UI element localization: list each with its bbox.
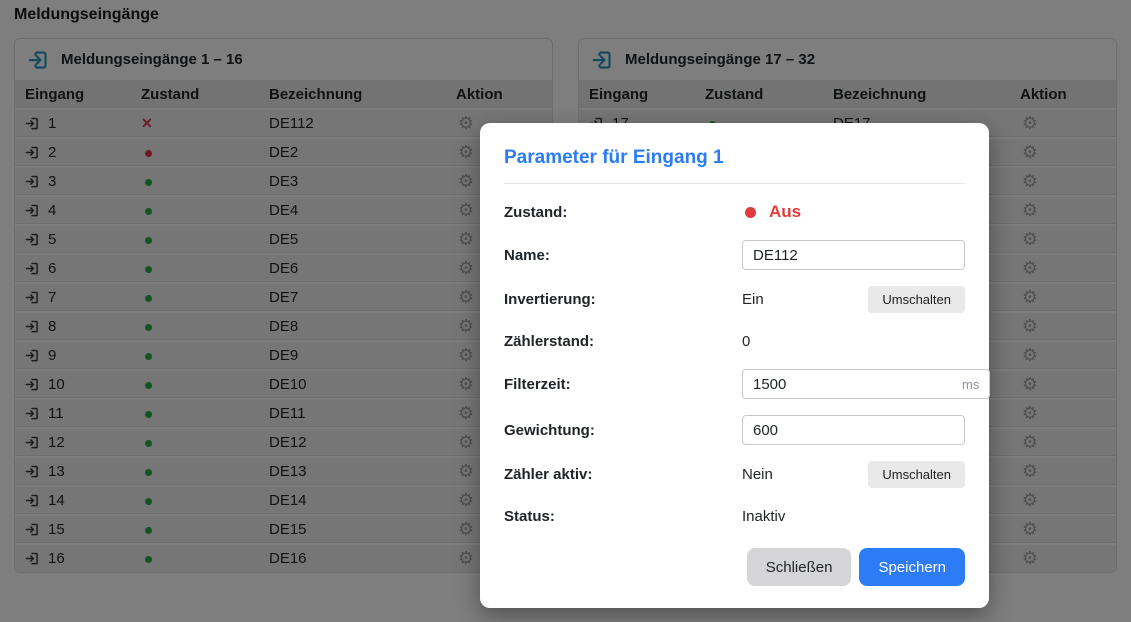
field-value-text: Inaktiv (742, 508, 785, 525)
field-label: Invertierung: (504, 291, 742, 308)
field-label: Zählerstand: (504, 333, 742, 350)
field-label: Gewichtung: (504, 422, 742, 439)
field-value (742, 240, 965, 270)
invertierung-toggle-button[interactable]: Umschalten (868, 286, 965, 313)
modal-divider (504, 183, 965, 184)
name-input[interactable] (742, 240, 965, 270)
zhler-aktiv-toggle-button[interactable]: Umschalten (868, 461, 965, 488)
field-gewichtung: Gewichtung: (504, 415, 965, 445)
field-label: Status: (504, 508, 742, 525)
field-name: Name: (504, 240, 965, 270)
field-status: Status:Inaktiv (504, 504, 965, 528)
modal-fields: Zustand: Aus Name: Invertierung:Ein Umschalt… (504, 200, 965, 528)
field-value-text: Nein (742, 466, 773, 483)
filterzeit-input-group: ms (742, 369, 990, 399)
field-value: ms (742, 369, 990, 399)
modal-footer: Schließen Speichern (504, 548, 965, 586)
field-value-text: 0 (742, 333, 750, 350)
page: Meldungseingänge Meldungseingänge 1 – 16… (0, 0, 1131, 622)
state-text: Aus (769, 202, 801, 222)
field-value: Inaktiv (742, 508, 965, 525)
field-label: Zähler aktiv: (504, 466, 742, 483)
field-value-text: Ein (742, 291, 764, 308)
field-zustand: Zustand: Aus (504, 200, 965, 224)
save-button[interactable]: Speichern (859, 548, 965, 586)
field-value: 0 (742, 333, 965, 350)
modal-title: Parameter für Eingang 1 (504, 147, 965, 169)
field-zhler-aktiv: Zähler aktiv:Nein Umschalten (504, 461, 965, 488)
close-button[interactable]: Schließen (747, 548, 852, 586)
filterzeit-input[interactable] (743, 371, 962, 397)
parameter-modal: Parameter für Eingang 1 Zustand: Aus Name:… (480, 123, 989, 608)
field-label: Name: (504, 247, 742, 264)
field-filterzeit: Filterzeit:ms (504, 369, 965, 399)
state-dot-icon (745, 207, 756, 218)
field-label: Zustand: (504, 204, 742, 221)
field-invertierung: Invertierung:Ein Umschalten (504, 286, 965, 313)
gewichtung-input[interactable] (742, 415, 965, 445)
field-label: Filterzeit: (504, 376, 742, 393)
field-zhlerstand: Zählerstand:0 (504, 329, 965, 353)
input-suffix-unit: ms (962, 377, 989, 392)
field-value: Nein Umschalten (742, 461, 965, 488)
field-value (742, 415, 965, 445)
field-value: Ein Umschalten (742, 286, 965, 313)
field-value: Aus (742, 202, 965, 222)
